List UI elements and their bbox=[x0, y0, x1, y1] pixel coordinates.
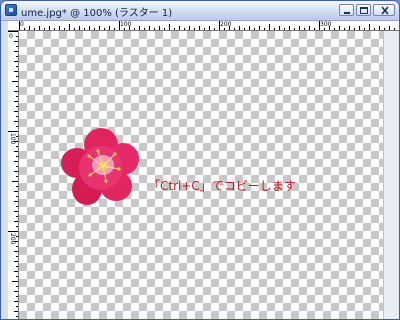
close-icon bbox=[381, 6, 389, 15]
vertical-ruler-ticks bbox=[8, 31, 18, 317]
plum-blossom-image[interactable] bbox=[59, 123, 143, 213]
ruler-label-100: 100 bbox=[120, 21, 132, 28]
copy-instruction-text: 「Ctrl+C」でコピーします bbox=[148, 179, 296, 193]
ruler-label-300: 300 bbox=[320, 21, 332, 28]
maximize-button[interactable] bbox=[356, 4, 371, 16]
ruler-label-200: 200 bbox=[220, 21, 232, 28]
horizontal-ruler-ticks bbox=[19, 21, 395, 30]
title-bar[interactable]: ume.jpg* @ 100% (ラスター 1) bbox=[1, 1, 399, 21]
minimize-icon bbox=[344, 12, 350, 14]
close-button[interactable] bbox=[373, 4, 395, 16]
vertical-scrollbar[interactable] bbox=[383, 31, 399, 319]
ruler-left-label-0: 0 bbox=[9, 33, 13, 40]
minimize-button[interactable] bbox=[339, 4, 354, 16]
vertical-ruler[interactable]: 0 100 200 bbox=[8, 31, 19, 319]
window-title: ume.jpg* @ 100% (ラスター 1) bbox=[21, 8, 173, 19]
horizontal-ruler[interactable]: 0 100 200 300 bbox=[8, 21, 399, 31]
ruler-left-label-200: 200 bbox=[9, 233, 16, 245]
paint-app-icon[interactable] bbox=[5, 4, 17, 16]
maximize-icon bbox=[360, 7, 368, 14]
document-window: ume.jpg* @ 100% (ラスター 1) 0 100 200 300 0… bbox=[0, 0, 400, 320]
ruler-left-label-100: 100 bbox=[9, 133, 16, 145]
ruler-label-0: 0 bbox=[20, 21, 24, 28]
image-canvas[interactable] bbox=[19, 31, 383, 319]
